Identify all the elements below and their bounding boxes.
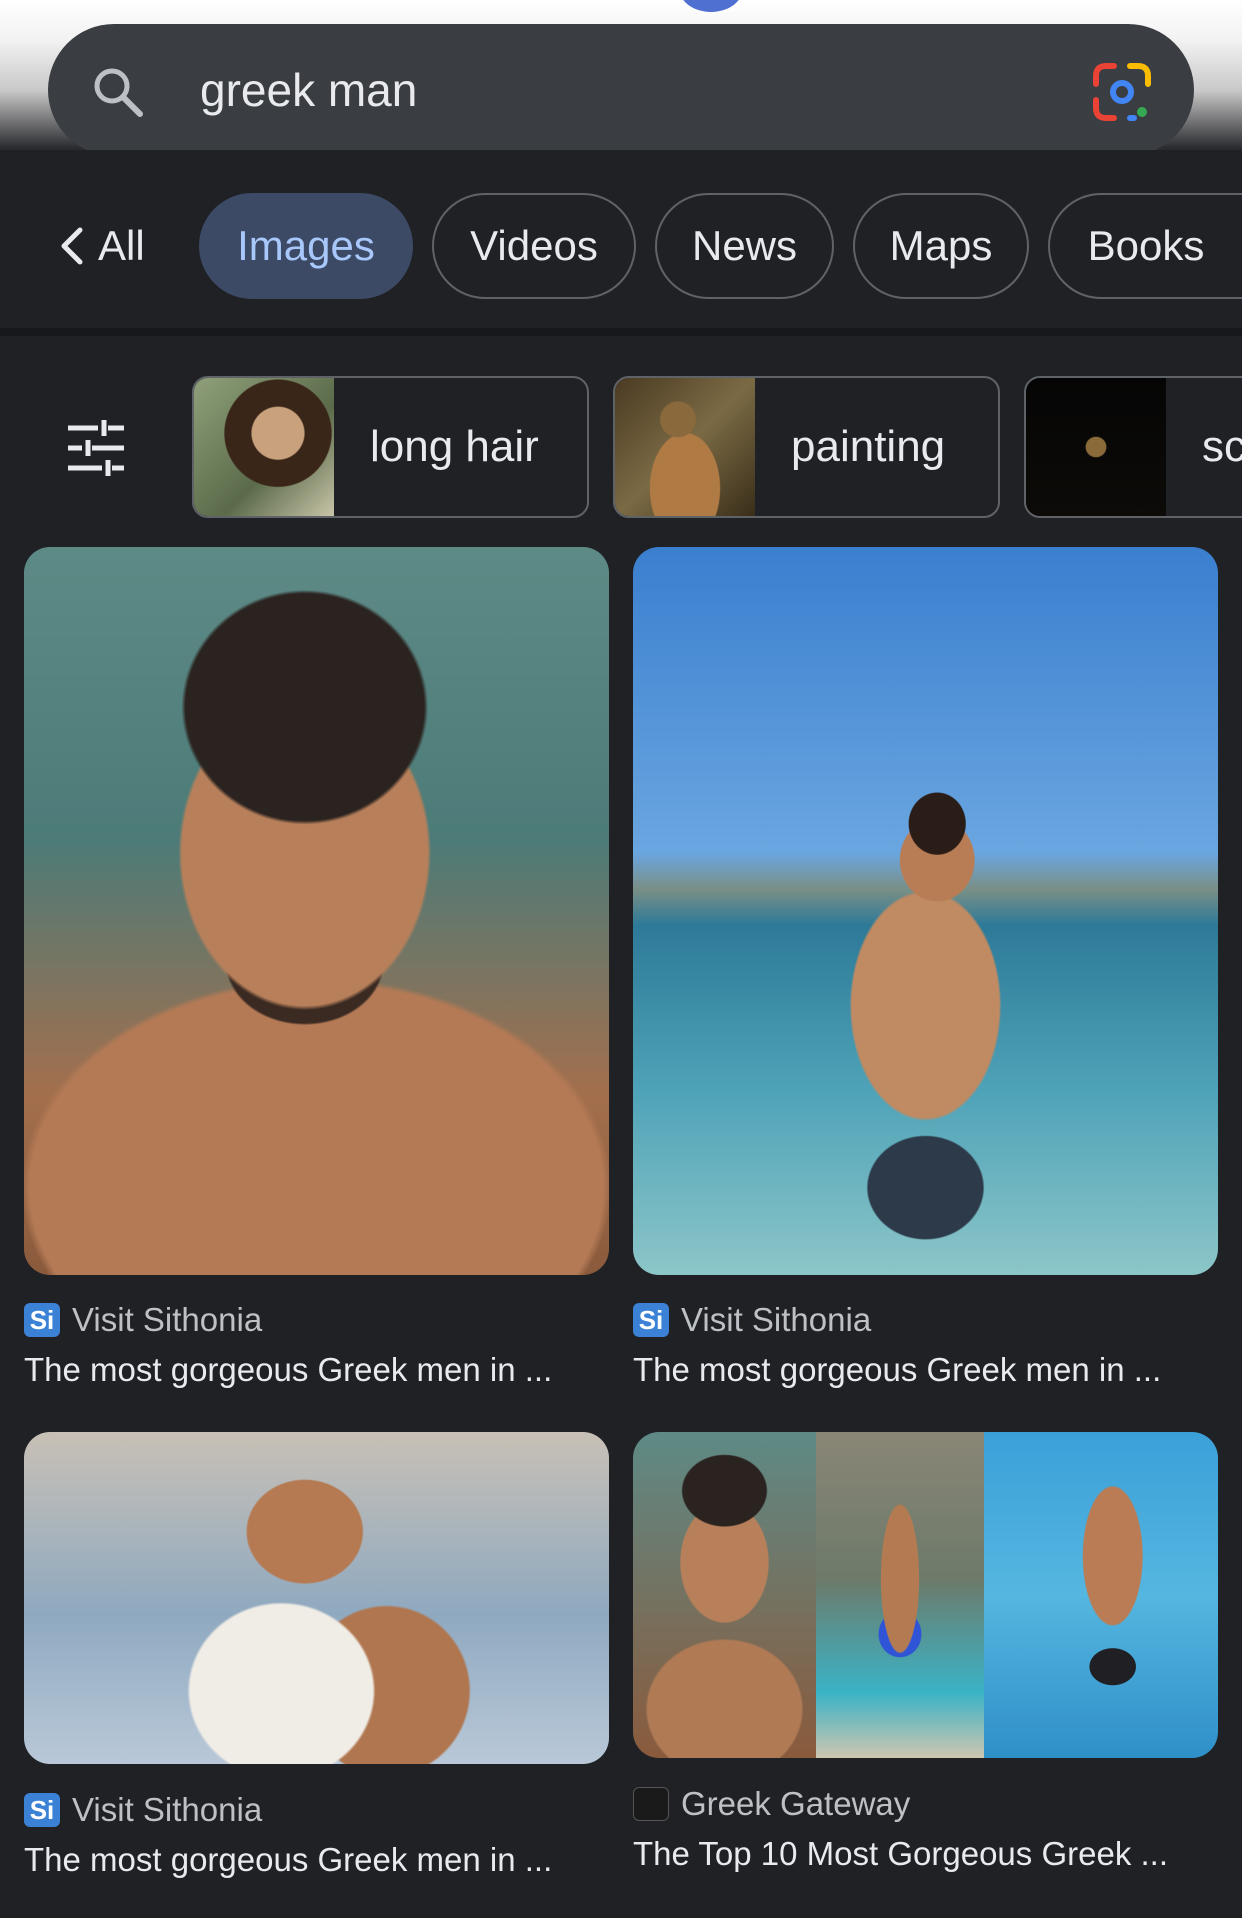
collage-panel xyxy=(633,1432,816,1758)
search-input[interactable]: greek man xyxy=(200,60,417,120)
result-card[interactable] xyxy=(633,547,1218,1275)
result-source[interactable]: Greek Gateway xyxy=(633,1785,910,1823)
google-lens-icon[interactable] xyxy=(1092,62,1152,122)
tab-all[interactable]: All xyxy=(58,193,145,299)
collage-panel xyxy=(816,1432,984,1758)
greek-gateway-favicon xyxy=(633,1787,669,1821)
result-source-name: Visit Sithonia xyxy=(72,1301,263,1338)
si-favicon: Si xyxy=(24,1793,60,1827)
tab-books[interactable]: Books xyxy=(1048,193,1242,299)
chip-long-hair[interactable]: long hair xyxy=(192,376,589,518)
result-source-name: Visit Sithonia xyxy=(681,1301,872,1338)
si-favicon: Si xyxy=(24,1303,60,1337)
result-source-name: Greek Gateway xyxy=(681,1785,911,1822)
search-icon[interactable] xyxy=(90,64,146,120)
result-source[interactable]: Si Visit Sithonia xyxy=(24,1791,262,1829)
result-title[interactable]: The Top 10 Most Gorgeous Greek ... xyxy=(633,1835,1168,1873)
chip-thumbnail xyxy=(615,378,755,516)
result-source[interactable]: Si Visit Sithonia xyxy=(24,1301,262,1339)
collage-panel xyxy=(984,1432,1218,1758)
result-card[interactable] xyxy=(24,1432,609,1764)
chip-label: painting xyxy=(791,422,946,471)
tab-images[interactable]: Images xyxy=(199,193,413,299)
result-source[interactable]: Si Visit Sithonia xyxy=(633,1301,871,1339)
chip-thumbnail xyxy=(194,378,334,516)
result-card[interactable] xyxy=(633,1432,1218,1758)
chevron-left-icon xyxy=(61,227,83,265)
result-source-name: Visit Sithonia xyxy=(72,1791,263,1828)
chip-label: long hair xyxy=(370,422,539,471)
result-image[interactable] xyxy=(633,547,1218,1275)
chip-sculpture[interactable]: sc xyxy=(1024,376,1242,518)
result-image[interactable] xyxy=(24,1432,609,1764)
result-image[interactable] xyxy=(633,1432,1218,1758)
tab-news[interactable]: News xyxy=(655,193,834,299)
result-title[interactable]: The most gorgeous Greek men in ... xyxy=(24,1841,552,1879)
tab-all-label: All xyxy=(98,222,145,269)
tab-maps[interactable]: Maps xyxy=(853,193,1029,299)
tab-videos[interactable]: Videos xyxy=(432,193,636,299)
chip-painting[interactable]: painting xyxy=(613,376,1000,518)
result-title[interactable]: The most gorgeous Greek men in ... xyxy=(633,1351,1161,1389)
divider xyxy=(0,328,1242,336)
chip-label: sc xyxy=(1202,422,1242,471)
result-card[interactable] xyxy=(24,547,609,1275)
chip-thumbnail xyxy=(1026,378,1166,516)
si-favicon: Si xyxy=(633,1303,669,1337)
result-title[interactable]: The most gorgeous Greek men in ... xyxy=(24,1351,552,1389)
result-image[interactable] xyxy=(24,547,609,1275)
tune-filter-icon[interactable] xyxy=(64,416,128,480)
